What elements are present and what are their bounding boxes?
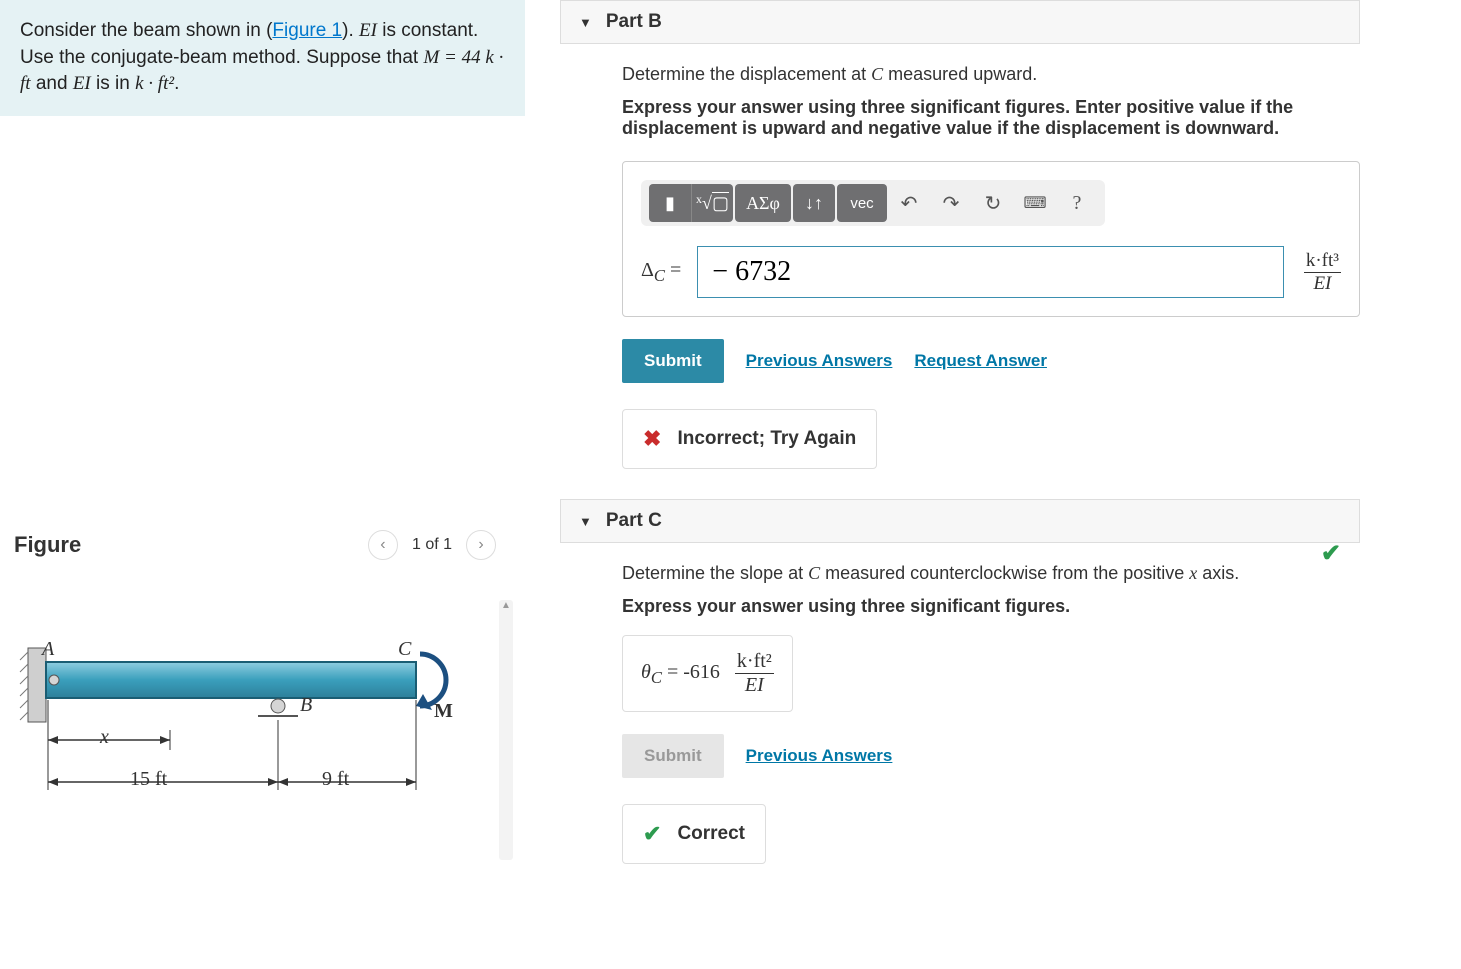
part-b-answer-input[interactable] <box>697 246 1284 298</box>
part-b-instruction: Express your answer using three signific… <box>622 97 1360 139</box>
part-c-feedback-text: Correct <box>677 823 745 845</box>
keyboard-icon[interactable]: ⌨ <box>1015 184 1055 222</box>
undo-icon[interactable]: ↶ <box>889 184 929 222</box>
problem-unit: k · ft² <box>135 73 174 94</box>
part-b-question: Determine the displacement at C measured… <box>622 64 1360 85</box>
part-c-q-mid: measured counterclockwise from the posit… <box>820 563 1189 583</box>
problem-text-4: and <box>31 73 73 94</box>
caret-down-icon: ▼ <box>579 514 592 529</box>
part-b-title: Part B <box>606 11 662 33</box>
greek-icon[interactable]: ΑΣφ <box>735 184 791 222</box>
part-c-q-post: axis. <box>1197 563 1239 583</box>
incorrect-icon: ✖ <box>643 426 661 452</box>
reset-icon[interactable]: ↻ <box>973 184 1013 222</box>
delta-c-label: ΔC = <box>641 259 681 286</box>
part-c-feedback: ✔ Correct <box>622 804 766 864</box>
label-b: B <box>300 694 312 717</box>
label-9ft: 9 ft <box>322 768 349 791</box>
unit-top: k·ft³ <box>1304 250 1341 273</box>
part-b-q-post: measured upward. <box>883 64 1037 84</box>
figure-count: 1 of 1 <box>412 536 452 554</box>
help-icon[interactable]: ? <box>1057 184 1097 222</box>
vector-icon[interactable]: vec <box>837 184 887 222</box>
part-c-answer-display: θC = -616 k·ft² EI <box>622 635 793 712</box>
part-c-header[interactable]: ▼ Part C ✔ <box>560 499 1360 543</box>
part-c-unit-bottom: EI <box>735 674 774 697</box>
part-c-q-var: C <box>808 563 820 583</box>
label-x: x <box>100 726 109 749</box>
ei-symbol-2: EI <box>73 73 91 94</box>
subscript-icon[interactable]: ↓↑ <box>793 184 835 222</box>
part-c-q-pre: Determine the slope at <box>622 563 808 583</box>
correct-icon: ✔ <box>643 821 661 847</box>
figure-diagram: A B C M x 15 ft 9 ft <box>0 590 480 850</box>
figure-next-button[interactable]: › <box>466 530 496 560</box>
part-b-feedback-text: Incorrect; Try Again <box>677 428 856 450</box>
eq-sign: = <box>662 661 683 683</box>
scroll-up-icon[interactable]: ▲ <box>499 600 513 614</box>
part-c-question: Determine the slope at C measured counte… <box>622 563 1360 584</box>
label-a: A <box>42 638 54 661</box>
problem-text-2: ). <box>342 20 359 41</box>
problem-text-6: . <box>174 73 179 94</box>
ei-symbol: EI <box>359 20 377 41</box>
label-c: C <box>398 638 411 661</box>
problem-text-1: Consider the beam shown in ( <box>20 20 272 41</box>
unit-bottom: EI <box>1304 273 1341 295</box>
problem-text-5: is in <box>91 73 135 94</box>
part-c-value: -616 <box>683 661 720 683</box>
part-b-previous-answers[interactable]: Previous Answers <box>746 351 893 371</box>
part-b-submit-button[interactable]: Submit <box>622 339 724 383</box>
part-c-submit-button: Submit <box>622 734 724 778</box>
label-15ft: 15 ft <box>130 768 167 791</box>
part-b-answer-area: ▮ x√▢ ΑΣφ ↓↑ vec ↶ ↷ ↻ ⌨ ? ΔC = k·ft³ EI <box>622 161 1360 317</box>
part-c-title: Part C <box>606 510 662 532</box>
redo-icon[interactable]: ↷ <box>931 184 971 222</box>
part-c-instruction: Express your answer using three signific… <box>622 596 1360 617</box>
template-icon[interactable]: ▮ <box>649 184 691 222</box>
sqrt-icon[interactable]: x√▢ <box>691 184 733 222</box>
figure-prev-button[interactable]: ‹ <box>368 530 398 560</box>
figure-link[interactable]: Figure 1 <box>272 20 342 41</box>
part-b-q-pre: Determine the displacement at <box>622 64 871 84</box>
check-icon: ✔ <box>1321 539 1341 568</box>
part-c-unit-top: k·ft² <box>735 650 774 674</box>
equation-toolbar: ▮ x√▢ ΑΣφ ↓↑ vec ↶ ↷ ↻ ⌨ ? <box>641 180 1105 226</box>
figure-scrollbar[interactable]: ▲ <box>499 600 513 860</box>
figure-title: Figure <box>14 532 81 558</box>
part-b-unit: k·ft³ EI <box>1304 250 1341 295</box>
label-m: M <box>434 700 453 723</box>
figure-nav: ‹ 1 of 1 › <box>368 530 496 560</box>
part-b-header[interactable]: ▼ Part B <box>560 0 1360 44</box>
part-b-request-answer[interactable]: Request Answer <box>914 351 1047 371</box>
part-b-feedback: ✖ Incorrect; Try Again <box>622 409 877 469</box>
problem-statement: Consider the beam shown in (Figure 1). E… <box>0 0 525 116</box>
part-b-q-var: C <box>871 64 883 84</box>
caret-down-icon: ▼ <box>579 15 592 30</box>
part-c-previous-answers[interactable]: Previous Answers <box>746 746 893 766</box>
theta-sub: C <box>651 668 662 687</box>
theta-symbol: θ <box>641 661 651 683</box>
